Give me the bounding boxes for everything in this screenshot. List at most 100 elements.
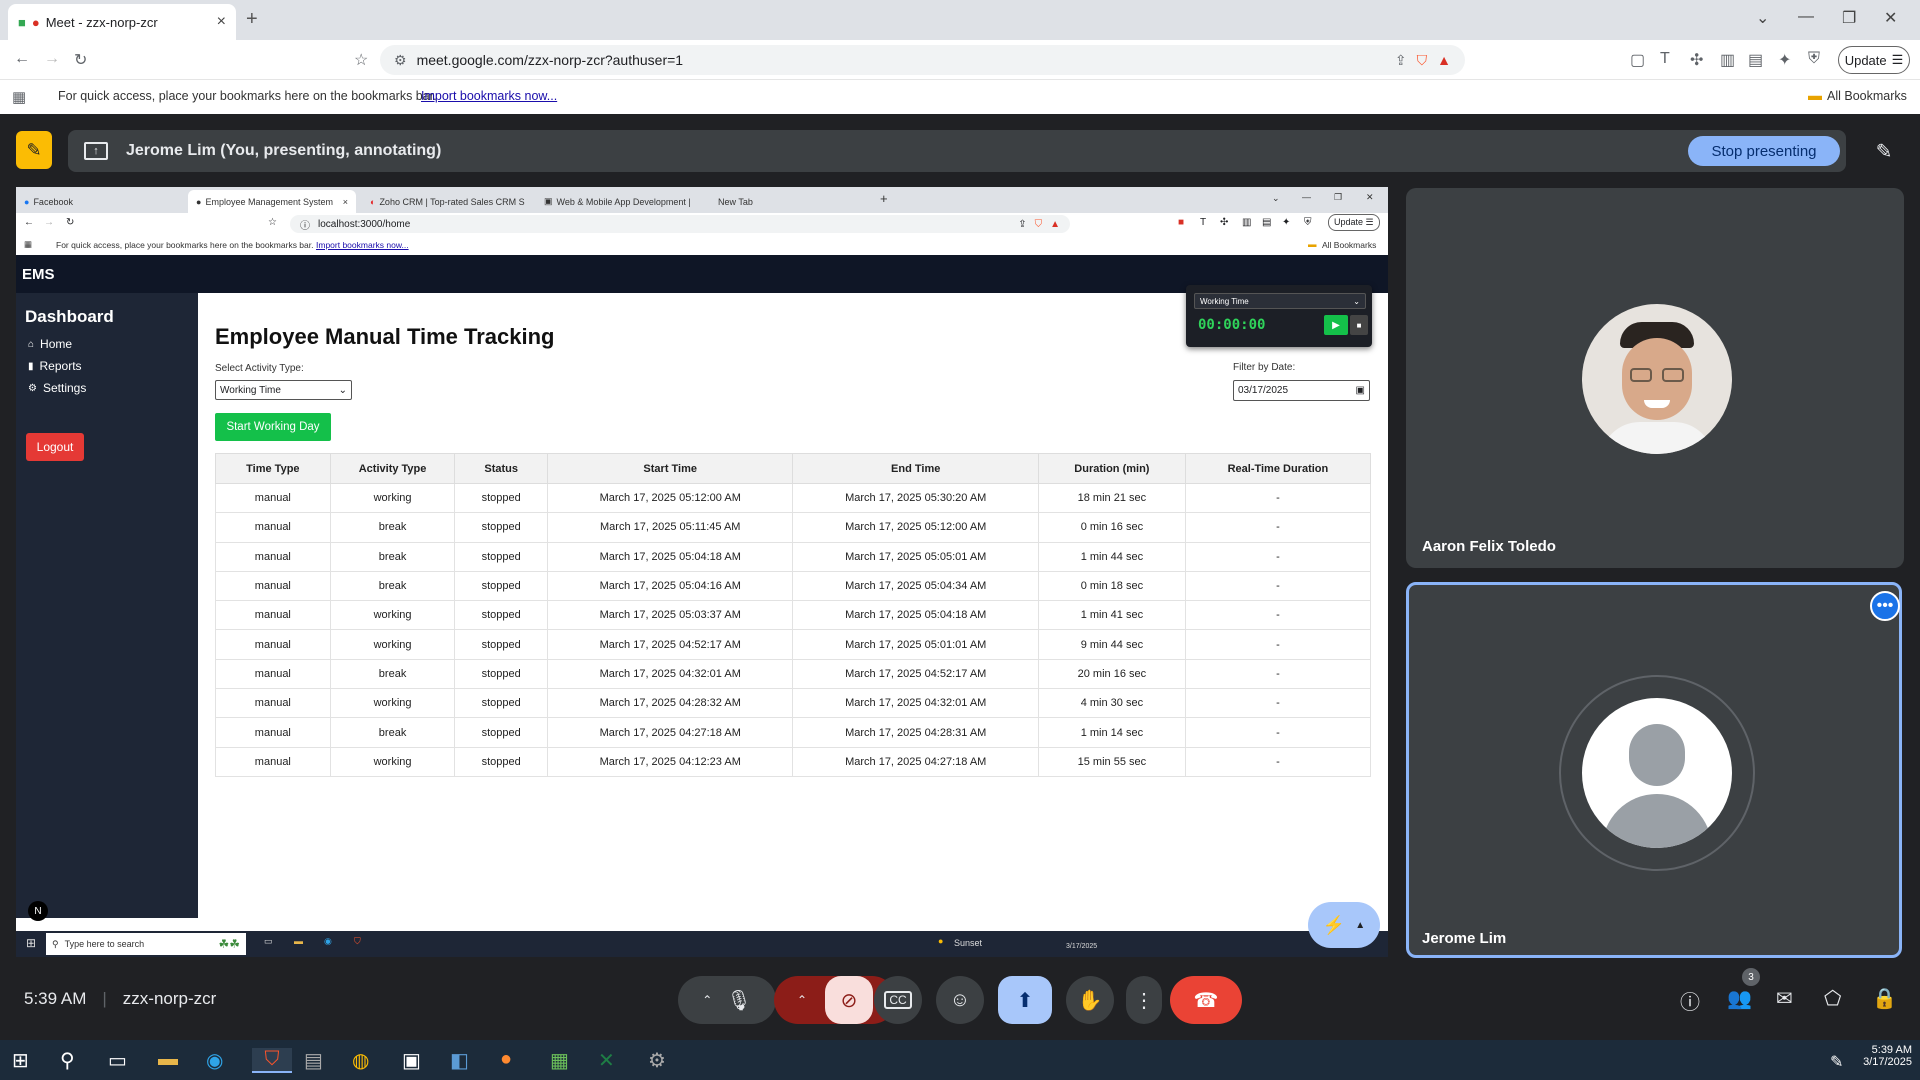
leo-icon[interactable]: ✦ (1778, 50, 1791, 70)
browser-tab-meet[interactable]: ■ ● Meet - zzx-norp-zcr × (8, 4, 236, 40)
puzzle-icon[interactable]: ✣ (1690, 50, 1703, 70)
file-explorer-icon[interactable]: ▬ (158, 1048, 178, 1071)
timer-mode-select[interactable]: Working Time ⌄ (1194, 293, 1366, 309)
mic-button[interactable]: ⌃ 🎙 (678, 976, 776, 1024)
chat-icon[interactable]: ✉ (1776, 986, 1793, 1011)
leo-icon[interactable]: ✦ (1282, 217, 1290, 228)
brave-icon[interactable]: ⛉ (252, 1048, 292, 1073)
shared-tab-newtab[interactable]: New Tab (710, 190, 880, 213)
annotation-tools-button[interactable]: ⚡ ▲ (1308, 902, 1380, 948)
brave-icon[interactable]: ⛉ (354, 936, 361, 947)
chevron-up-icon[interactable]: ⌃ (797, 993, 807, 1007)
more-options-button[interactable]: ⋮ (1126, 976, 1162, 1024)
start-working-day-button[interactable]: Start Working Day (215, 413, 331, 441)
brave-rewards-icon[interactable]: ▲ (1437, 52, 1451, 68)
logout-button[interactable]: Logout (26, 433, 84, 461)
host-controls-icon[interactable]: 🔒 (1872, 986, 1897, 1011)
bookmark-icon[interactable]: ☆ (268, 217, 277, 228)
reload-icon[interactable]: ↻ (66, 217, 74, 228)
pen-icon[interactable]: ✎ (1866, 133, 1902, 169)
back-icon[interactable]: ← (14, 50, 30, 68)
sidebar-icon[interactable]: ▥ (1720, 50, 1735, 70)
shared-tab-facebook[interactable]: ● Facebook (16, 190, 186, 213)
windows-start-icon[interactable]: ⊞ (26, 936, 36, 950)
minimize-button[interactable]: — (1798, 8, 1814, 26)
all-bookmarks[interactable]: All Bookmarks (1827, 89, 1907, 103)
raise-hand-button[interactable]: ✋ (1066, 976, 1114, 1024)
address-bar[interactable]: ⚙ meet.google.com/zzx-norp-zcr?authuser=… (380, 45, 1465, 75)
import-bookmarks-link[interactable]: Import bookmarks now... (316, 240, 409, 250)
shared-tab-zoho[interactable]: ◐ Zoho CRM | Top-rated Sales CRM S (362, 190, 532, 213)
more-options-icon[interactable]: ••• (1870, 591, 1900, 621)
edge-icon[interactable]: ◉ (206, 1048, 223, 1073)
app-icon[interactable]: ▤ (304, 1048, 323, 1073)
shared-tab-webdev[interactable]: ▣ Web & Mobile App Development | (536, 190, 706, 213)
activities-icon[interactable]: ⬠ (1824, 986, 1841, 1011)
new-tab-icon[interactable]: + (880, 191, 888, 206)
present-button[interactable]: ⬆ (998, 976, 1052, 1024)
task-view-icon[interactable]: ▭ (108, 1048, 127, 1073)
shared-address-bar[interactable]: ⓘ localhost:3000/home ⇪ ⛉ ▲ (290, 215, 1070, 233)
nav-reports[interactable]: ▮ Reports (28, 357, 198, 375)
site-info-icon[interactable]: ⚙ (394, 52, 407, 69)
close-icon[interactable]: ✕ (1366, 192, 1374, 203)
wallet-icon[interactable]: ▤ (1748, 50, 1763, 70)
all-bookmarks[interactable]: All Bookmarks (1322, 240, 1376, 250)
close-tab-icon[interactable]: × (343, 197, 348, 207)
update-button[interactable]: Update ☰ (1838, 46, 1910, 74)
windows-start-icon[interactable]: ⊞ (12, 1048, 29, 1073)
brave-rewards-icon[interactable]: ▲ (1050, 219, 1060, 230)
app-icon[interactable]: ▦ (550, 1048, 569, 1073)
back-icon[interactable]: ← (24, 217, 34, 228)
reactions-button[interactable]: ☺ (936, 976, 984, 1024)
info-icon[interactable]: ⓘ (1680, 986, 1700, 1015)
calendar-icon[interactable]: ▣ (1356, 385, 1365, 396)
captions-button[interactable]: CC (874, 976, 922, 1024)
minimize-icon[interactable]: — (1302, 192, 1311, 202)
next-devtools-icon[interactable]: N (28, 901, 48, 921)
extension-icon[interactable]: ■ (1178, 217, 1184, 228)
new-tab-button[interactable]: + (246, 8, 258, 31)
task-view-icon[interactable]: ▭ (264, 936, 273, 947)
puzzle-icon[interactable]: ✣ (1220, 217, 1228, 228)
app-icon[interactable]: ◧ (450, 1048, 469, 1073)
apps-grid-icon[interactable]: ▦ (24, 239, 32, 250)
activity-type-select[interactable]: Working Time ⌄ (215, 380, 352, 400)
forward-icon[interactable]: → (44, 50, 60, 68)
reload-icon[interactable]: ↻ (74, 50, 87, 70)
app-icon[interactable]: ◍ (352, 1048, 369, 1073)
system-clock[interactable]: 5:39 AM 3/17/2025 (1860, 1044, 1912, 1068)
translate-icon[interactable]: T (1660, 50, 1670, 68)
excel-icon[interactable]: ✕ (598, 1048, 615, 1073)
close-tab-icon[interactable]: × (217, 13, 226, 31)
wallet-icon[interactable]: ▤ (1262, 217, 1271, 228)
import-bookmarks-link[interactable]: Import bookmarks now... (421, 89, 557, 103)
vpn-icon[interactable]: ⛨ (1808, 50, 1820, 68)
chevron-up-icon[interactable]: ⌃ (702, 993, 712, 1007)
translate-icon[interactable]: T (1200, 217, 1206, 228)
edge-icon[interactable]: ◉ (324, 936, 332, 947)
vpn-icon[interactable]: ⛨ (1304, 217, 1312, 228)
sidebar-icon[interactable]: ▥ (1242, 217, 1251, 228)
taskbar-search-box[interactable]: ⚲ Type here to search ☘☘ (46, 933, 246, 955)
restore-button[interactable]: ❐ (1842, 8, 1856, 28)
stop-presenting-button[interactable]: Stop presenting (1688, 136, 1840, 166)
share-icon[interactable]: ⇪ (1395, 52, 1407, 69)
search-icon[interactable]: ⚲ (60, 1048, 75, 1073)
update-button[interactable]: Update ☰ (1328, 214, 1380, 231)
file-explorer-icon[interactable]: ▬ (294, 936, 303, 946)
app-icon[interactable]: ▣ (402, 1048, 421, 1073)
brave-shield-icon[interactable]: ⛉ (1035, 219, 1043, 230)
participant-tile-self[interactable]: ••• Jerome Lim (1406, 582, 1902, 958)
bookmark-icon[interactable]: ☆ (354, 50, 368, 70)
play-icon[interactable]: ▶ (1324, 315, 1348, 335)
apps-grid-icon[interactable]: ▦ (12, 88, 26, 106)
tab-search-icon[interactable]: ⌄ (1272, 193, 1280, 204)
tab-search-icon[interactable]: ⌄ (1756, 8, 1769, 28)
nav-settings[interactable]: ⚙ Settings (28, 379, 198, 397)
forward-icon[interactable]: → (44, 217, 54, 228)
leave-call-button[interactable]: ☎ (1170, 976, 1242, 1024)
people-icon[interactable]: 👥 (1727, 986, 1752, 1011)
restore-icon[interactable]: ❐ (1334, 192, 1342, 203)
extension-icon[interactable]: ▢ (1630, 50, 1645, 70)
